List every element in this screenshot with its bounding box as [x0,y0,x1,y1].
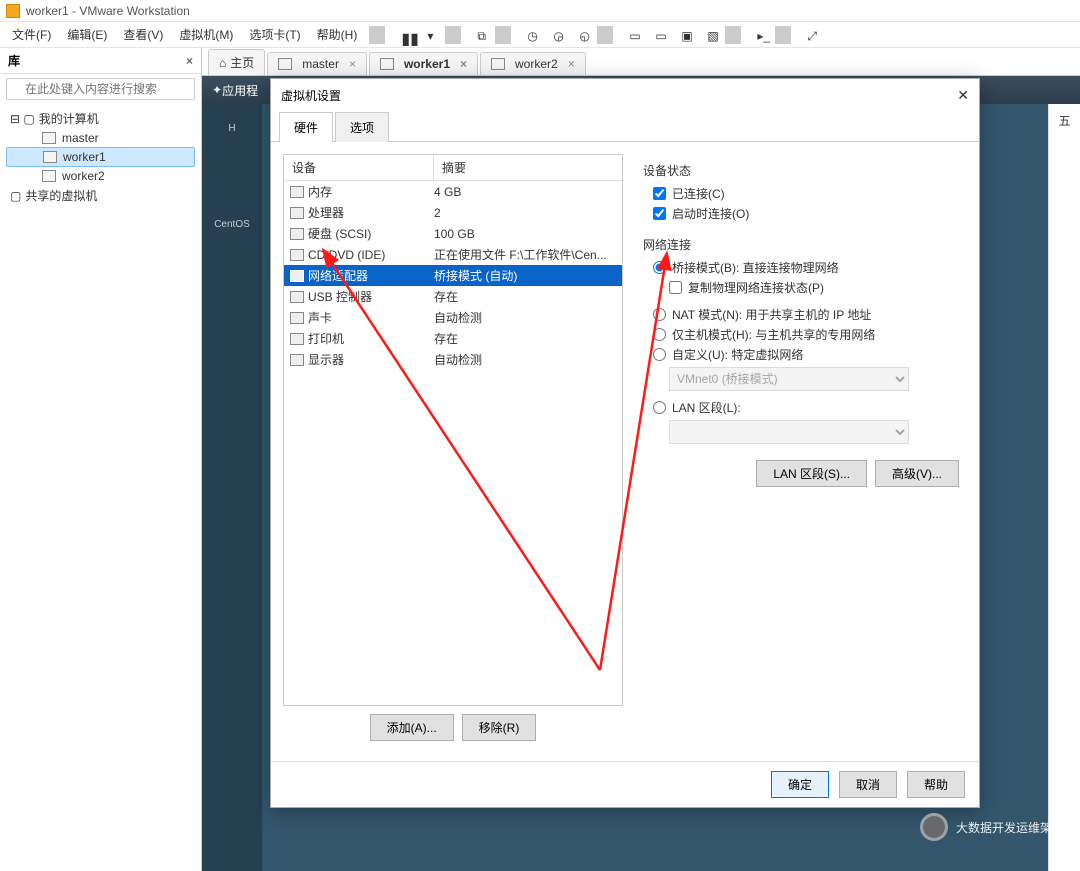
sound-icon [290,312,304,324]
device-list: 设备 摘要 内存4 GB 处理器2 硬盘 (SCSI)100 GB CD/DVD… [283,154,623,706]
cpu-icon [290,207,304,219]
device-row-network[interactable]: 网络适配器桥接模式 (自动) [284,265,622,286]
tab-master[interactable]: master× [267,52,367,75]
dialog-tab-options[interactable]: 选项 [335,112,389,142]
menu-vm[interactable]: 虚拟机(M) [171,23,241,46]
network-icon [290,270,304,282]
menu-help[interactable]: 帮助(H) [309,23,366,46]
custom-radio[interactable] [653,348,666,361]
library-title: 库 [8,52,20,69]
add-device-button[interactable]: 添加(A)... [370,714,454,741]
layout1-icon[interactable]: ▭ [621,26,639,44]
usb-icon [290,291,304,303]
printer-icon [290,333,304,345]
settings-panel: 设备状态 已连接(C) 启动时连接(O) 网络连接 桥接模式(B): 直接连接物… [635,154,967,749]
library-panel: 库 × ⊟ ▢我的计算机 master worker1 worker2 ▢共享的… [0,48,202,871]
tab-home[interactable]: ⌂ 主页 [208,49,265,75]
dialog-title: 虚拟机设置 [281,87,341,104]
menu-edit[interactable]: 编辑(E) [59,23,115,46]
tree-item-worker1[interactable]: worker1 [6,147,195,167]
close-icon[interactable]: × [349,57,356,71]
device-row-usb[interactable]: USB 控制器存在 [284,286,622,307]
tree-item-master[interactable]: master [6,129,195,147]
hdd-icon [290,228,304,240]
tree-shared-vms[interactable]: ▢共享的虚拟机 [6,185,195,206]
app-icon [6,4,20,18]
vm-tabs: ⌂ 主页 master× worker1× worker2× [202,48,1080,76]
connected-checkbox[interactable] [653,187,666,200]
remove-device-button[interactable]: 移除(R) [462,714,537,741]
advanced-button[interactable]: 高级(V)... [875,460,959,487]
library-close-icon[interactable]: × [186,54,193,68]
console-icon[interactable]: ▸_ [749,26,767,44]
connect-poweron-checkbox[interactable] [653,207,666,220]
snapshot2-icon[interactable]: ◶ [545,26,563,44]
guest-dock: H CentOS [202,104,262,871]
device-row-memory[interactable]: 内存4 GB [284,181,622,202]
close-icon[interactable]: × [460,57,467,71]
device-status-label: 设备状态 [643,162,959,179]
layout3-icon[interactable]: ▣ [673,26,691,44]
memory-icon [290,186,304,198]
lan-segment-select [669,420,909,444]
vm-icon [42,132,56,144]
library-tree: ⊟ ▢我的计算机 master worker1 worker2 ▢共享的虚拟机 [0,104,201,871]
ok-button[interactable]: 确定 [771,771,829,798]
library-search-input[interactable] [6,78,195,100]
help-button[interactable]: 帮助 [907,771,965,798]
hostonly-radio[interactable] [653,328,666,341]
network-connection-label: 网络连接 [643,236,959,253]
device-row-display[interactable]: 显示器自动检测 [284,349,622,370]
rightpad: 五 [1048,104,1080,871]
cancel-button[interactable]: 取消 [839,771,897,798]
menu-tabs[interactable]: 选项卡(T) [241,23,308,46]
menubar: 文件(F) 编辑(E) 查看(V) 虚拟机(M) 选项卡(T) 帮助(H) ▮▮… [0,22,1080,48]
replicate-checkbox[interactable] [669,281,682,294]
play-icon[interactable]: ▮▮ [393,26,411,44]
tab-worker1[interactable]: worker1× [369,52,478,75]
tab-worker2[interactable]: worker2× [480,52,586,75]
device-row-cpu[interactable]: 处理器2 [284,202,622,223]
device-row-hdd[interactable]: 硬盘 (SCSI)100 GB [284,223,622,244]
dialog-close-icon[interactable]: ✕ [957,87,969,104]
bridged-radio[interactable] [653,261,666,274]
menu-view[interactable]: 查看(V) [115,23,171,46]
nat-radio[interactable] [653,308,666,321]
snapshot-icon[interactable]: ◷ [519,26,537,44]
tree-root-mycomputer[interactable]: ⊟ ▢我的计算机 [6,108,195,129]
display-icon [290,354,304,366]
vm-icon [43,151,57,163]
layout4-icon[interactable]: ▧ [699,26,717,44]
tool-icon-1[interactable]: ⧉ [469,26,487,44]
custom-vmnet-select: VMnet0 (桥接模式) [669,367,909,391]
device-row-sound[interactable]: 声卡自动检测 [284,307,622,328]
watermark: 大数据开发运维架构 [920,813,1064,841]
window-titlebar: worker1 - VMware Workstation [0,0,1080,22]
menu-file[interactable]: 文件(F) [4,23,59,46]
fullscreen-icon[interactable]: ⤢ [799,26,817,44]
window-title: worker1 - VMware Workstation [26,4,190,18]
col-device[interactable]: 设备 [284,155,434,180]
vm-settings-dialog: 虚拟机设置 ✕ 硬件 选项 设备 摘要 内存4 GB 处理器2 硬盘 (SCSI… [270,78,980,808]
tree-item-worker2[interactable]: worker2 [6,167,195,185]
device-row-cddvd[interactable]: CD/DVD (IDE)正在使用文件 F:\工作软件\Cen... [284,244,622,265]
dropdown-icon[interactable]: ▾ [419,26,437,44]
disc-icon [290,249,304,261]
snapshot3-icon[interactable]: ◵ [571,26,589,44]
layout2-icon[interactable]: ▭ [647,26,665,44]
vm-icon [42,170,56,182]
col-summary[interactable]: 摘要 [434,155,622,180]
device-row-printer[interactable]: 打印机存在 [284,328,622,349]
wechat-icon [920,813,948,841]
dialog-tab-hardware[interactable]: 硬件 [279,112,333,142]
lan-segment-radio[interactable] [653,401,666,414]
close-icon[interactable]: × [568,57,575,71]
lan-segments-button[interactable]: LAN 区段(S)... [756,460,867,487]
